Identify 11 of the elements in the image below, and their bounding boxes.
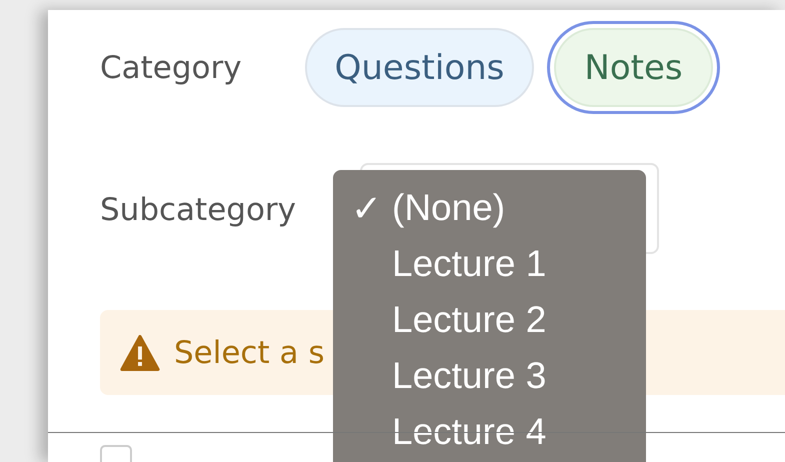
warning-icon — [120, 334, 160, 370]
checkmark-icon: ✓ — [351, 188, 382, 228]
subcategory-label: Subcategory — [100, 192, 296, 228]
menu-item[interactable]: Lecture 2 — [392, 299, 546, 341]
warning-text: Select a s — [174, 334, 324, 370]
menu-item[interactable]: Lecture 1 — [392, 243, 546, 285]
category-label: Category — [100, 50, 242, 86]
category-chip[interactable]: Questions — [304, 28, 534, 107]
menu-item[interactable]: (None) — [392, 187, 506, 229]
menu-item[interactable]: Lecture 3 — [392, 355, 546, 397]
menu-item[interactable]: Lecture 4 — [392, 411, 546, 453]
